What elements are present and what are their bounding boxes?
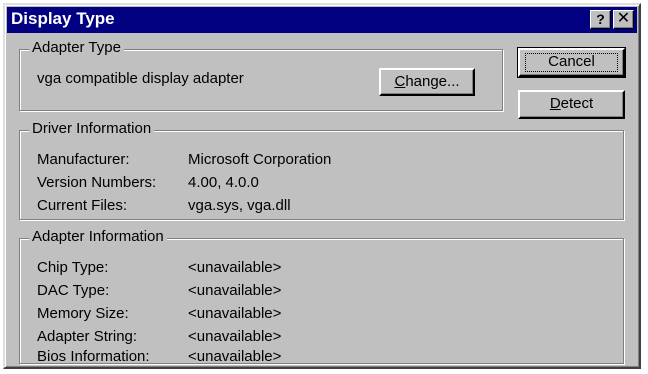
version-numbers-value: 4.00, 4.0.0 <box>188 174 259 191</box>
change-mnemonic: C <box>394 73 406 90</box>
driver-information-label: Driver Information <box>29 120 155 137</box>
chip-type-key: Chip Type: <box>37 259 109 276</box>
adapter-name: vga compatible display adapter <box>37 70 244 87</box>
help-button[interactable]: ? <box>590 10 611 29</box>
driver-information-group: Driver Information Manufacturer: Microso… <box>19 120 624 220</box>
change-label: hange... <box>405 73 460 90</box>
help-icon: ? <box>596 11 605 27</box>
adapter-type-label: Adapter Type <box>29 39 124 56</box>
detect-label: etect <box>560 95 594 112</box>
manufacturer-value: Microsoft Corporation <box>188 151 332 168</box>
dac-type-key: DAC Type: <box>37 282 110 299</box>
dac-type-value: <unavailable> <box>188 282 282 299</box>
bios-information-value: <unavailable> <box>188 348 282 365</box>
adapter-information-group: Adapter Information Chip Type: <unavaila… <box>19 228 624 365</box>
detect-mnemonic: D <box>549 95 561 112</box>
detect-button[interactable]: Detect <box>518 90 625 119</box>
close-icon: ✕ <box>616 10 631 27</box>
adapter-string-key: Adapter String: <box>37 328 138 345</box>
bios-information-key: Bios Information: <box>37 348 150 365</box>
manufacturer-key: Manufacturer: <box>37 151 130 168</box>
current-files-value: vga.sys, vga.dll <box>188 197 291 214</box>
current-files-key: Current Files: <box>37 197 128 214</box>
change-button[interactable]: Change... <box>379 68 475 96</box>
cancel-button[interactable]: Cancel <box>517 47 626 78</box>
version-numbers-key: Version Numbers: <box>37 174 157 191</box>
adapter-information-label: Adapter Information <box>29 228 167 245</box>
display-type-dialog: Display Type ? ✕ Adapter Type vga compat… <box>3 3 641 369</box>
chip-type-value: <unavailable> <box>188 259 282 276</box>
memory-size-value: <unavailable> <box>188 305 282 322</box>
adapter-string-value: <unavailable> <box>188 328 282 345</box>
close-button[interactable]: ✕ <box>613 10 634 29</box>
memory-size-key: Memory Size: <box>37 305 129 322</box>
adapter-type-group: Adapter Type vga compatible display adap… <box>19 39 503 111</box>
cancel-label: Cancel <box>548 53 595 70</box>
window-title: Display Type <box>11 9 115 28</box>
title-bar[interactable]: Display Type ? ✕ <box>7 7 637 33</box>
